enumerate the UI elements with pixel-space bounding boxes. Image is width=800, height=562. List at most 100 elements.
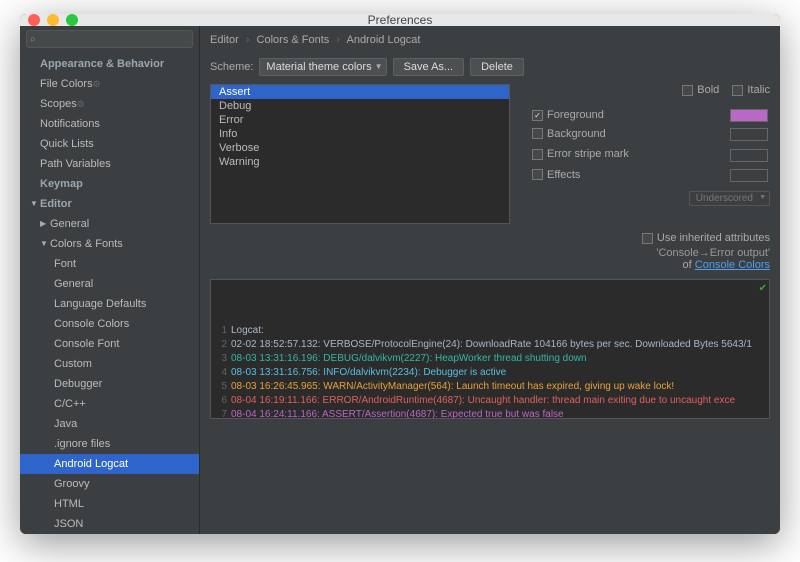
attr-checkbox[interactable]: Effects <box>532 169 580 181</box>
sidebar-item-label: Java <box>54 416 77 432</box>
sidebar-item-label: Custom <box>54 356 92 372</box>
color-swatch[interactable] <box>730 149 768 162</box>
preview-line: 708-04 16:24:11.166: ASSERT/Assertion(46… <box>215 408 765 419</box>
log-level-item[interactable]: Error <box>211 113 509 127</box>
chevron-down-icon: ▼ <box>40 236 48 252</box>
titlebar: Preferences <box>20 14 780 26</box>
color-swatch[interactable] <box>730 128 768 141</box>
preview-line: 1Logcat: <box>215 324 765 338</box>
log-level-item[interactable]: Info <box>211 127 509 141</box>
attr-row: Error stripe mark <box>522 146 768 165</box>
sidebar-item[interactable]: Notifications <box>20 114 199 134</box>
sidebar-item[interactable]: Language Defaults <box>20 294 199 314</box>
preview-line: 508-03 16:26:45.965: WARN/ActivityManage… <box>215 380 765 394</box>
log-level-item[interactable]: Assert <box>211 85 509 99</box>
sidebar-item-label: Console Font <box>54 336 119 352</box>
search-wrap: ⌕ <box>20 26 199 52</box>
preview-line: 308-03 13:31:16.196: DEBUG/dalvikvm(2227… <box>215 352 765 366</box>
sidebar-item[interactable]: JSON <box>20 514 199 534</box>
sidebar-item[interactable]: Java <box>20 414 199 434</box>
breadcrumb: Editor › Colors & Fonts › Android Logcat <box>200 26 780 54</box>
sidebar-item[interactable]: ▼Editor <box>20 194 199 214</box>
sidebar-item-label: General <box>54 276 93 292</box>
attr-row: Effects <box>522 167 768 186</box>
sidebar-item-label: Groovy <box>54 476 89 492</box>
preview-line: 608-04 16:19:11.166: ERROR/AndroidRuntim… <box>215 394 765 408</box>
sidebar-item[interactable]: .ignore files <box>20 434 199 454</box>
sidebar-item[interactable]: Quick Lists <box>20 134 199 154</box>
delete-button[interactable]: Delete <box>470 58 524 76</box>
scheme-label: Scheme: <box>210 61 253 73</box>
preview-line: 202-02 18:52:57.132: VERBOSE/ProtocolEng… <box>215 338 765 352</box>
sidebar-item-label: Console Colors <box>54 316 129 332</box>
sidebar-item-label: Keymap <box>40 176 83 192</box>
sidebar-item[interactable]: HTML <box>20 494 199 514</box>
scheme-row: Scheme: Material theme colors ▼ Save As.… <box>200 54 780 84</box>
sidebar-item-label: Appearance & Behavior <box>40 56 164 72</box>
sidebar-item-label: Android Logcat <box>54 456 128 472</box>
log-level-item[interactable]: Verbose <box>211 141 509 155</box>
sidebar-item-label: General <box>50 216 89 232</box>
scheme-select[interactable]: Material theme colors ▼ <box>259 58 386 76</box>
sidebar-item-label: .ignore files <box>54 436 110 452</box>
main-panel: Editor › Colors & Fonts › Android Logcat… <box>200 26 780 534</box>
settings-tree: Appearance & BehaviorFile Colors⚙Scopes⚙… <box>20 52 199 534</box>
sidebar-item-label: File Colors <box>40 76 93 92</box>
sidebar-item[interactable]: Appearance & Behavior <box>20 54 199 74</box>
sidebar-item[interactable]: Keymap <box>20 174 199 194</box>
attr-checkbox[interactable]: ✓Foreground <box>532 109 604 121</box>
log-level-list[interactable]: AssertDebugErrorInfoVerboseWarning <box>210 84 510 224</box>
effects-select[interactable]: Underscored ▼ <box>689 191 770 206</box>
preview-pane: ✔ 1Logcat:202-02 18:52:57.132: VERBOSE/P… <box>210 279 770 419</box>
search-input[interactable] <box>26 30 193 48</box>
sidebar-item[interactable]: Custom <box>20 354 199 374</box>
attr-checkbox[interactable]: Background <box>532 128 606 140</box>
sidebar-item-label: Colors & Fonts <box>50 236 123 252</box>
sidebar-item[interactable]: Path Variables <box>20 154 199 174</box>
check-icon: ✔ <box>759 282 767 296</box>
chevron-down-icon: ▼ <box>30 196 38 212</box>
chevron-right-icon: ▶ <box>40 216 48 232</box>
inherit-block: Use inherited attributes 'Console→Error … <box>200 224 780 275</box>
sidebar-item[interactable]: Console Colors <box>20 314 199 334</box>
sidebar-item[interactable]: General <box>20 274 199 294</box>
preview-line: 408-03 13:31:16.756: INFO/dalvikvm(2234)… <box>215 366 765 380</box>
log-level-item[interactable]: Debug <box>211 99 509 113</box>
breadcrumb-item[interactable]: Editor <box>210 34 239 46</box>
color-swatch[interactable] <box>730 169 768 182</box>
log-level-item[interactable]: Warning <box>211 155 509 169</box>
sidebar-item[interactable]: Android Logcat <box>20 454 199 474</box>
breadcrumb-item: Android Logcat <box>346 34 420 46</box>
use-inherited-checkbox[interactable]: Use inherited attributes <box>642 232 770 244</box>
sidebar-item-label: HTML <box>54 496 84 512</box>
gear-icon: ⚙ <box>77 96 85 112</box>
sidebar-item[interactable]: C/C++ <box>20 394 199 414</box>
sidebar-item-label: Editor <box>40 196 72 212</box>
attr-row: ✓Foreground <box>522 107 768 124</box>
sidebar-item-label: Path Variables <box>40 156 111 172</box>
sidebar-item[interactable]: Groovy <box>20 474 199 494</box>
console-colors-link[interactable]: Console Colors <box>695 259 770 271</box>
sidebar-item-label: Debugger <box>54 376 102 392</box>
attr-checkbox[interactable]: Error stripe mark <box>532 148 629 160</box>
breadcrumb-item[interactable]: Colors & Fonts <box>257 34 330 46</box>
sidebar-item-label: Scopes <box>40 96 77 112</box>
sidebar-item-label: JSON <box>54 516 83 532</box>
sidebar-item[interactable]: ▶General <box>20 214 199 234</box>
attributes-panel: Bold Italic ✓Foreground Background Error s… <box>520 84 770 224</box>
color-swatch[interactable] <box>730 109 768 122</box>
sidebar-item-label: Notifications <box>40 116 100 132</box>
gear-icon: ⚙ <box>93 76 101 92</box>
sidebar-item[interactable]: Font <box>20 254 199 274</box>
sidebar-item[interactable]: ▼Colors & Fonts <box>20 234 199 254</box>
bold-checkbox[interactable]: Bold <box>682 84 719 96</box>
sidebar: ⌕ Appearance & BehaviorFile Colors⚙Scope… <box>20 26 200 534</box>
sidebar-item[interactable]: Scopes⚙ <box>20 94 199 114</box>
sidebar-item[interactable]: Console Font <box>20 334 199 354</box>
sidebar-item[interactable]: File Colors⚙ <box>20 74 199 94</box>
sidebar-item[interactable]: Debugger <box>20 374 199 394</box>
attr-row: Background <box>522 126 768 145</box>
save-as-button[interactable]: Save As... <box>393 58 465 76</box>
chevron-right-icon: › <box>336 34 340 46</box>
italic-checkbox[interactable]: Italic <box>732 84 770 96</box>
